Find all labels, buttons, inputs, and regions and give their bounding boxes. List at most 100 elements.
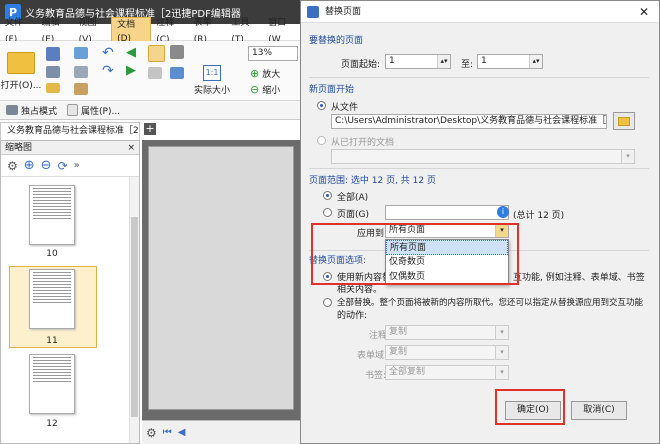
page-end-input[interactable]: 1 ▴▾ — [477, 54, 543, 69]
bookmark-select[interactable]: 全部复制 ▾ — [385, 365, 509, 380]
document-viewer[interactable]: ⚙ ⏮ ◀ — [142, 140, 302, 444]
thumbnail-scrollbar[interactable] — [129, 177, 139, 443]
from-open-doc-label: 从已打开的文档 — [331, 138, 395, 148]
toolbar: 打开(O)... ↶ ↷ ◀ ▶ 1:1 实际大小 13% ⊕ 放大 ⊖ 缩小 — [0, 41, 300, 101]
snapshot-icon[interactable] — [170, 45, 184, 59]
section-page-range: 页面范围: 选中 12 页, 共 12 页 — [309, 176, 436, 186]
total-pages-text: (总计 12 页) — [513, 211, 565, 221]
new-tab-icon[interactable]: + — [144, 123, 156, 135]
from-file-radio[interactable] — [317, 101, 326, 110]
undo-icon[interactable]: ↶ — [102, 45, 114, 61]
forward-icon[interactable]: ▶ — [126, 63, 136, 78]
gear-icon[interactable]: ⚙ — [7, 159, 18, 173]
page-range-input[interactable] — [385, 205, 509, 220]
divider — [309, 77, 649, 78]
actual-size-icon: 1:1 — [203, 64, 221, 81]
zoom-out-button[interactable]: ⊖ 缩小 — [250, 83, 280, 96]
zoom-in-icon: ⊕ — [250, 67, 260, 80]
double-chevron-down-icon[interactable]: » — [74, 160, 80, 171]
open-label: 打开(O)... — [0, 80, 42, 91]
properties-icon — [67, 104, 79, 116]
viewer-status-bar: ⚙ ⏮ ◀ — [142, 420, 302, 444]
page-end-value: 1 — [481, 56, 487, 66]
back-icon[interactable]: ◀ — [126, 45, 136, 60]
all-pages-label: 全部(A) — [337, 193, 369, 203]
redo-icon[interactable]: ↷ — [102, 63, 114, 79]
chevron-down-icon: ▾ — [495, 346, 508, 359]
crop-icon[interactable] — [74, 83, 88, 95]
menu-bar: 文件(F) 编辑(E) 视图(V) 文档(D) 注释(C) 表单(R) 工具(T… — [0, 17, 300, 47]
actual-size-button[interactable]: 1:1 实际大小 — [194, 63, 230, 97]
zoom-out-icon: ⊖ — [250, 83, 260, 96]
annot-value: 复制 — [389, 327, 408, 337]
thumbnail-page-11[interactable] — [29, 269, 75, 329]
dialog-icon — [307, 6, 319, 18]
open-doc-select[interactable]: ▾ — [331, 149, 635, 164]
option1-text-cont: 互功能, 例如注释、表单域、书签 — [513, 273, 645, 283]
zoom-in-thumbnail-icon[interactable]: ⊕ — [24, 158, 35, 173]
chevron-down-icon: ▾ — [495, 326, 508, 339]
replace-all-radio[interactable] — [323, 298, 332, 307]
document-tab[interactable]: 义务教育品德与社会课程标准［2 — [0, 122, 140, 140]
page-start-value: 1 — [389, 56, 395, 66]
close-icon[interactable]: ✕ — [639, 1, 649, 23]
page-range-radio[interactable] — [323, 208, 332, 217]
divider — [309, 168, 649, 169]
browse-button[interactable] — [613, 112, 635, 130]
thumbnail-toolbar: ⚙ ⊕ ⊖ ⟳ » — [1, 155, 139, 177]
zoom-out-label: 缩小 — [262, 86, 281, 96]
zoom-select[interactable]: 13% — [248, 46, 298, 61]
replace-content-radio[interactable] — [323, 272, 332, 281]
form-label: 表单域: — [357, 351, 388, 361]
email-icon[interactable] — [46, 83, 60, 93]
thumbnail-page-10[interactable] — [29, 185, 75, 245]
annotation-highlight-box — [311, 223, 519, 285]
form-value: 复制 — [389, 347, 408, 357]
annotation-highlight-box — [495, 389, 565, 425]
open-button[interactable]: 打开(O)... — [1, 45, 41, 97]
properties-button[interactable]: 属性(P)... — [81, 104, 120, 117]
replace-page-dialog: 替换页面 ✕ 要替换的页面 页面起始: 1 ▴▾ 至: 1 ▴▾ 新页面开始 从… — [300, 0, 660, 444]
file-path-input[interactable]: C:\Users\Administrator\Desktop\义务教育品德与社会… — [331, 114, 607, 129]
prev-page-icon[interactable]: ◀ — [178, 427, 186, 438]
rotate-icon[interactable]: ⟳ — [58, 159, 68, 173]
section-new-page-start: 新页面开始 — [309, 85, 355, 95]
select-text-icon[interactable] — [148, 67, 162, 79]
secondary-toolbar: 独占模式 属性(P)... — [0, 101, 300, 120]
hand-tool-icon[interactable] — [148, 45, 165, 62]
spinner-icon[interactable]: ▴▾ — [529, 55, 542, 68]
page-range-label: 页面(G) — [337, 210, 369, 220]
settings-icon[interactable]: ⚙ — [146, 426, 157, 440]
cancel-button[interactable]: 取消(C) — [571, 401, 627, 420]
spinner-icon[interactable]: ▴▾ — [437, 55, 450, 68]
form-select[interactable]: 复制 ▾ — [385, 345, 509, 360]
bookmark-value: 全部复制 — [389, 367, 426, 377]
save-icon[interactable] — [46, 47, 60, 61]
from-open-doc-radio[interactable] — [317, 136, 326, 145]
print-icon[interactable] — [46, 66, 60, 78]
all-pages-radio[interactable] — [323, 191, 332, 200]
option2-text: 全部替换。整个页面将被新的内容所取代。您还可以指定从替换源应用到交互功能 — [337, 298, 644, 308]
annot-select[interactable]: 复制 ▾ — [385, 325, 509, 340]
zoom-value: 13% — [252, 48, 273, 58]
dialog-title: 替换页面 — [325, 7, 362, 17]
upload-icon[interactable] — [74, 47, 88, 59]
dialog-title-bar: 替换页面 ✕ — [301, 1, 659, 23]
thumbnail-panel-header: 缩略图 × — [1, 141, 139, 155]
thumbnail-panel-title: 缩略图 — [5, 142, 33, 153]
document-tab-label: 义务教育品德与社会课程标准［2 — [7, 126, 139, 136]
close-icon[interactable]: × — [127, 141, 135, 155]
thumbnail-page-label: 11 — [46, 336, 58, 346]
first-page-icon[interactable]: ⏮ — [163, 427, 172, 438]
folder-icon — [7, 51, 35, 74]
to-label: 至: — [461, 60, 474, 70]
zoom-in-button[interactable]: ⊕ 放大 — [250, 67, 280, 80]
page-start-input[interactable]: 1 ▴▾ — [385, 54, 451, 69]
scan-icon[interactable] — [74, 66, 88, 78]
thumbnail-panel: 缩略图 × ⚙ ⊕ ⊖ ⟳ » 10 11 12 — [0, 140, 140, 444]
zoom-tool-icon[interactable] — [170, 67, 184, 79]
exclusive-mode-button[interactable]: 独占模式 — [21, 104, 57, 117]
thumbnail-page-12[interactable] — [29, 354, 75, 414]
zoom-out-thumbnail-icon[interactable]: ⊖ — [41, 158, 52, 173]
thumbnail-page-label: 12 — [46, 419, 58, 429]
